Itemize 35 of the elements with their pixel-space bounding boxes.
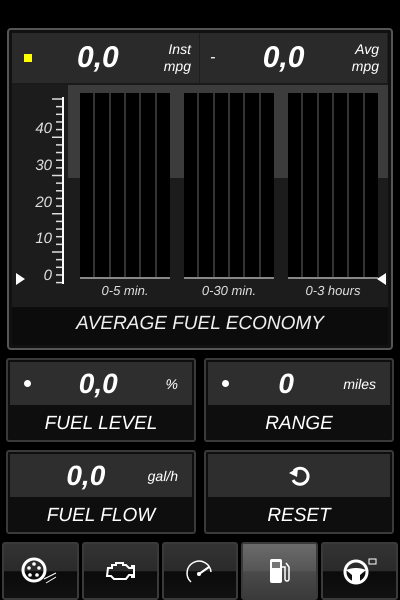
nav-tab[interactable] [82, 542, 159, 600]
reset-icon [287, 464, 311, 486]
mpg-value: 0,0 [262, 41, 306, 75]
separator-dash: - [210, 49, 216, 67]
tile-value: 0 [277, 368, 295, 400]
steering-wheel-icon [342, 557, 378, 585]
tile-label: FUEL LEVEL [44, 412, 158, 435]
unit-label: Inst mpg [164, 41, 191, 75]
unit-label: % [166, 376, 178, 392]
tile-label: RANGE [264, 412, 334, 435]
chart-title: AVERAGE FUEL ECONOMY [12, 307, 388, 345]
range-label: 0-30 min. [200, 282, 258, 298]
unit-label: miles [343, 376, 376, 392]
range-label: 0-5 min. [100, 282, 150, 298]
nav-tab[interactable] [321, 542, 398, 600]
tile-label: FUEL FLOW [46, 504, 158, 527]
axis-label: 10 [35, 231, 52, 246]
left-marker-icon [16, 273, 25, 285]
right-marker-icon [377, 273, 386, 285]
axis-label: 0 [44, 268, 52, 283]
mpg-value: 0,0 [76, 41, 120, 75]
nav-tab[interactable] [162, 542, 238, 600]
unit-label: Avg mpg [352, 41, 379, 75]
axis-label: 20 [35, 194, 52, 210]
tile-value: 0,0 [78, 368, 119, 400]
unit-label: gal/h [148, 468, 178, 484]
nav-tab[interactable] [2, 542, 79, 600]
axis-label: 40 [35, 121, 52, 136]
axis-label: 30 [35, 158, 52, 173]
nav-tab[interactable] [241, 542, 318, 600]
tile-value: 0,0 [65, 460, 106, 492]
tile-label: RESET [266, 504, 333, 527]
engine-icon [104, 559, 136, 583]
reset-button[interactable]: RESET [204, 450, 394, 534]
range-label: 0-3 hours [304, 282, 362, 298]
